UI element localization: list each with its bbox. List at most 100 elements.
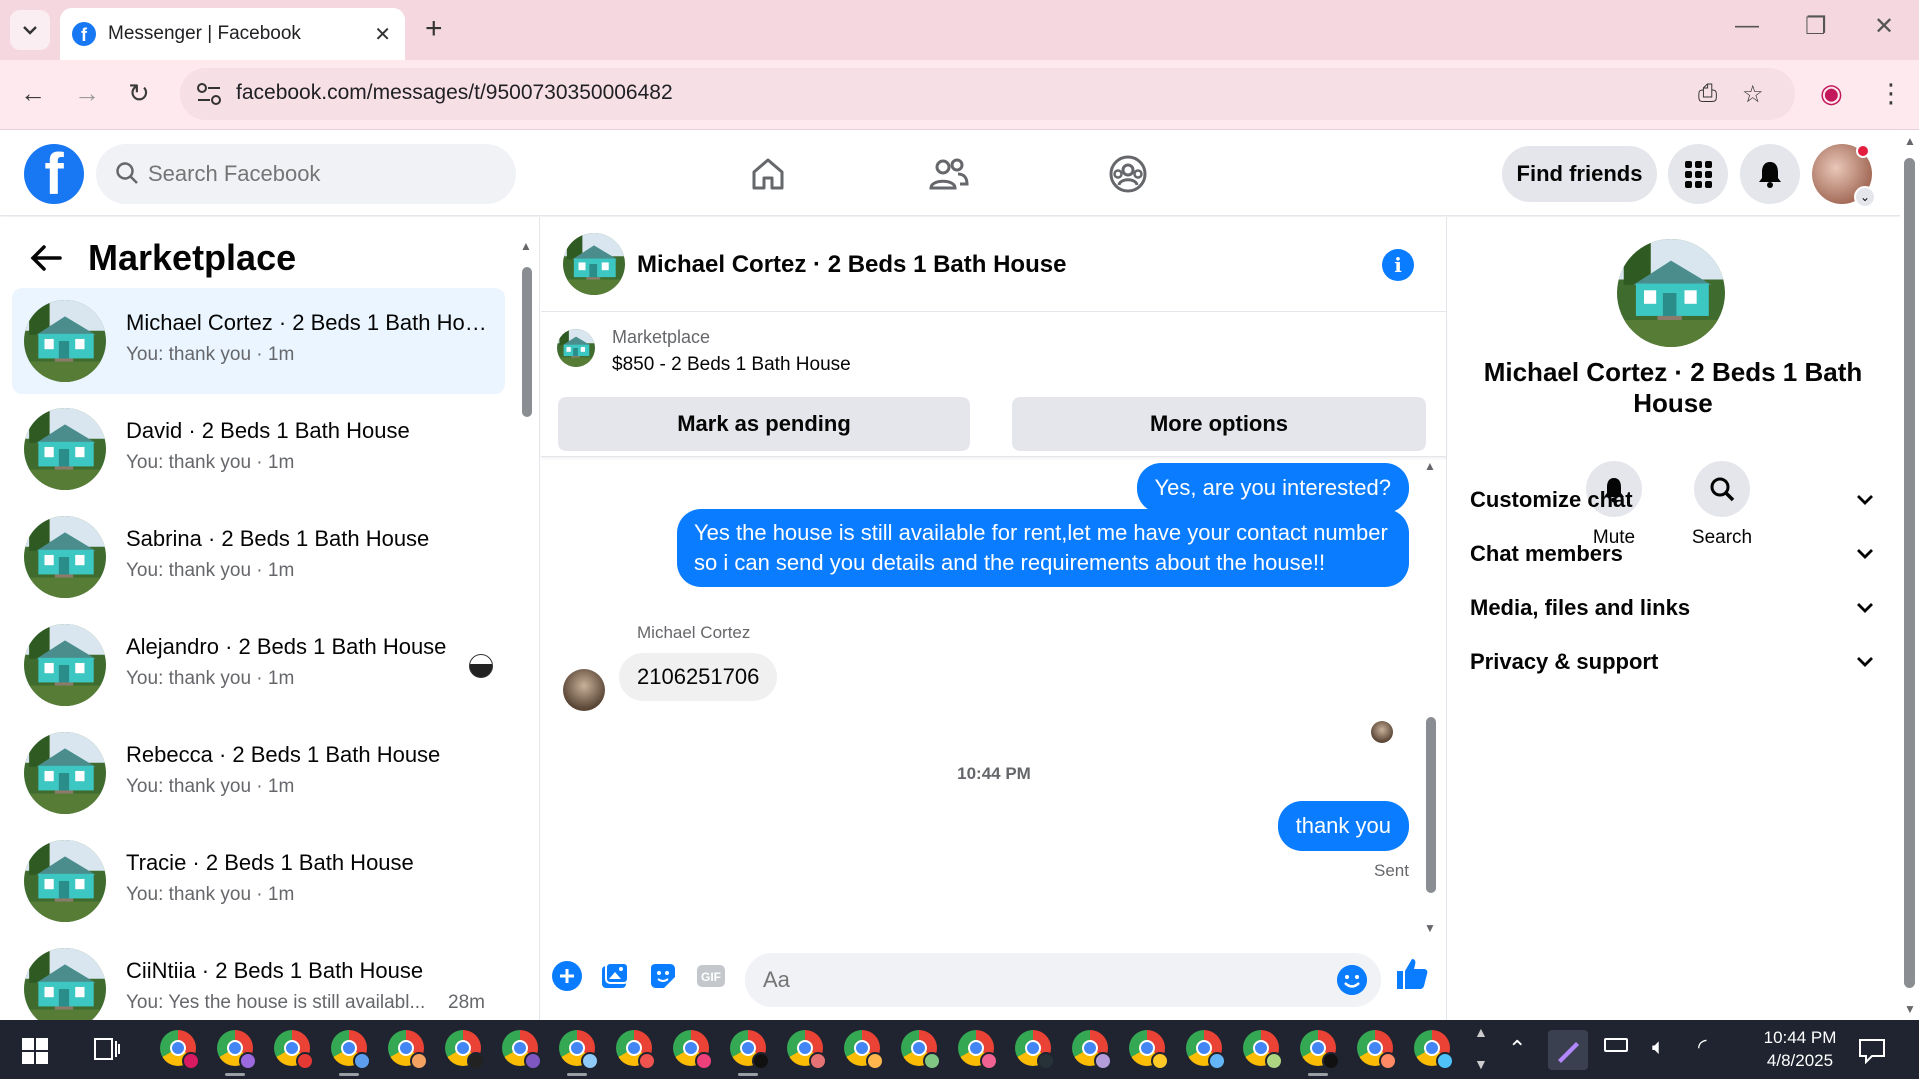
- scroll-down-icon[interactable]: ▼: [1904, 1002, 1916, 1016]
- chrome-profile-icon[interactable]: [1414, 1030, 1454, 1070]
- bookmark-star-icon[interactable]: ☆: [1742, 80, 1764, 109]
- chrome-profile-icon[interactable]: [787, 1030, 827, 1070]
- minimize-icon[interactable]: —: [1735, 12, 1759, 40]
- scroll-thumb[interactable]: [1426, 717, 1436, 893]
- browser-menu-icon[interactable]: ⋮: [1878, 78, 1904, 109]
- more-options-button[interactable]: More options: [1012, 397, 1426, 451]
- reload-icon[interactable]: ↻: [128, 78, 150, 109]
- customize-chat-section[interactable]: Customize chat: [1470, 473, 1875, 527]
- tab-search-button[interactable]: [10, 10, 50, 50]
- chrome-profile-icon[interactable]: [616, 1030, 656, 1070]
- chrome-profile-icon[interactable]: [1186, 1030, 1226, 1070]
- task-view-icon[interactable]: [94, 1038, 120, 1062]
- photo-icon[interactable]: [599, 960, 631, 992]
- conversation-scrollbar[interactable]: ▲ ▼: [520, 237, 534, 1020]
- friends-icon[interactable]: [926, 152, 970, 196]
- chrome-profile-icon[interactable]: [901, 1030, 941, 1070]
- info-icon[interactable]: i: [1382, 249, 1414, 281]
- conversation-item[interactable]: CiiNtiia · 2 Beds 1 Bath House You: Yes …: [12, 936, 505, 1020]
- chrome-profile-icon[interactable]: [673, 1030, 713, 1070]
- action-center-icon[interactable]: [1858, 1038, 1886, 1064]
- network-icon[interactable]: ◜: [1698, 1034, 1707, 1060]
- sticker-icon[interactable]: [647, 960, 679, 992]
- chrome-profile-icon[interactable]: [1129, 1030, 1169, 1070]
- message-input[interactable]: [763, 963, 1303, 997]
- site-settings-icon[interactable]: [196, 82, 222, 106]
- home-icon[interactable]: [746, 152, 790, 196]
- facebook-search[interactable]: [96, 144, 516, 204]
- conversation-item[interactable]: Sabrina · 2 Beds 1 Bath House You: thank…: [12, 504, 505, 610]
- tab-close-icon[interactable]: ✕: [374, 22, 391, 47]
- chrome-profile-icon[interactable]: [1243, 1030, 1283, 1070]
- facebook-logo-icon[interactable]: f: [24, 144, 84, 204]
- back-arrow-icon[interactable]: [30, 244, 62, 272]
- listing-price[interactable]: $850 - 2 Beds 1 Bath House: [612, 354, 851, 376]
- search-input[interactable]: [148, 154, 488, 194]
- scroll-thumb[interactable]: [1904, 158, 1915, 988]
- install-app-icon[interactable]: ⎙: [1698, 80, 1717, 108]
- account-chevron-icon[interactable]: ⌄: [1854, 186, 1876, 208]
- profile-avatar[interactable]: [1617, 239, 1725, 347]
- chrome-profile-icon[interactable]: [445, 1030, 485, 1070]
- chrome-profile-icon[interactable]: [559, 1030, 599, 1076]
- forward-icon[interactable]: →: [74, 78, 100, 109]
- chrome-profile-icon[interactable]: [331, 1030, 371, 1076]
- privacy-support-section[interactable]: Privacy & support: [1470, 635, 1875, 689]
- conversation-item[interactable]: David · 2 Beds 1 Bath House You: thank y…: [12, 396, 505, 502]
- gif-icon[interactable]: GIF: [695, 960, 727, 992]
- scroll-up-icon[interactable]: ▲: [520, 239, 532, 253]
- chrome-profile-icon[interactable]: [1072, 1030, 1112, 1070]
- emoji-icon[interactable]: [1337, 965, 1367, 995]
- chrome-profile-icon[interactable]: [1300, 1030, 1340, 1076]
- scroll-up-icon[interactable]: ▲: [1424, 459, 1436, 473]
- chat-scrollbar[interactable]: ▲ ▼: [1424, 457, 1438, 937]
- message-bubble-outgoing[interactable]: Yes, are you interested?: [1136, 463, 1409, 513]
- taskbar-scroll-down-icon[interactable]: ▼: [1474, 1056, 1488, 1072]
- chat-avatar[interactable]: [563, 233, 625, 295]
- listing-thumbnail[interactable]: [557, 329, 595, 367]
- battery-icon[interactable]: [1604, 1038, 1628, 1052]
- chrome-profile-icon[interactable]: [388, 1030, 428, 1070]
- chrome-profile-icon[interactable]: [1357, 1030, 1397, 1070]
- sender-avatar[interactable]: [563, 669, 605, 711]
- chrome-profile-icon[interactable]: [730, 1030, 770, 1076]
- conversation-item[interactable]: Tracie · 2 Beds 1 Bath House You: thank …: [12, 828, 505, 934]
- notifications-button[interactable]: [1740, 144, 1800, 204]
- scroll-down-icon[interactable]: ▼: [1424, 921, 1436, 935]
- find-friends-button[interactable]: Find friends: [1502, 146, 1657, 202]
- chrome-profile-icon[interactable]: [502, 1030, 542, 1070]
- mark-as-pending-button[interactable]: Mark as pending: [558, 397, 970, 451]
- volume-icon[interactable]: 🔈︎: [1652, 1034, 1665, 1060]
- message-bubble-incoming[interactable]: 2106251706: [619, 653, 778, 701]
- account-avatar[interactable]: ⌄: [1812, 144, 1876, 208]
- conversation-item[interactable]: Rebecca · 2 Beds 1 Bath House You: thank…: [12, 720, 505, 826]
- new-tab-button[interactable]: +: [425, 12, 443, 46]
- chrome-profile-icon[interactable]: [160, 1030, 200, 1070]
- pen-app-icon[interactable]: [1548, 1030, 1588, 1070]
- page-scrollbar[interactable]: ▲ ▼: [1900, 130, 1919, 1020]
- conversation-item[interactable]: Alejandro · 2 Beds 1 Bath House You: tha…: [12, 612, 505, 718]
- url-text[interactable]: facebook.com/messages/t/9500730350006482: [236, 81, 673, 105]
- media-files-links-section[interactable]: Media, files and links: [1470, 581, 1875, 635]
- plus-circle-icon[interactable]: [551, 960, 583, 992]
- scroll-thumb[interactable]: [522, 267, 532, 417]
- chrome-profile-icon[interactable]: [217, 1030, 257, 1076]
- menu-grid-button[interactable]: [1668, 144, 1728, 204]
- message-input-box[interactable]: [745, 953, 1381, 1007]
- chrome-profile-icon[interactable]: [274, 1030, 314, 1070]
- chat-members-section[interactable]: Chat members: [1470, 527, 1875, 581]
- scroll-up-icon[interactable]: ▲: [1904, 134, 1916, 148]
- close-window-icon[interactable]: ✕: [1874, 12, 1894, 41]
- chat-title[interactable]: Michael Cortez · 2 Beds 1 Bath House: [637, 251, 1066, 279]
- back-icon[interactable]: ←: [20, 78, 46, 109]
- message-bubble-outgoing[interactable]: thank you: [1277, 801, 1409, 851]
- groups-icon[interactable]: [1106, 152, 1150, 196]
- profile-icon[interactable]: ◉: [1820, 78, 1843, 109]
- taskbar-scroll-up-icon[interactable]: ▲: [1474, 1024, 1488, 1040]
- omnibox[interactable]: facebook.com/messages/t/9500730350006482…: [180, 68, 1795, 120]
- restore-icon[interactable]: ❐: [1805, 12, 1827, 41]
- chrome-profile-icon[interactable]: [1015, 1030, 1055, 1070]
- message-bubble-outgoing[interactable]: Yes the house is still available for ren…: [677, 509, 1409, 587]
- windows-start-icon[interactable]: [22, 1038, 48, 1064]
- show-hidden-icons-icon[interactable]: ⌃: [1508, 1036, 1526, 1062]
